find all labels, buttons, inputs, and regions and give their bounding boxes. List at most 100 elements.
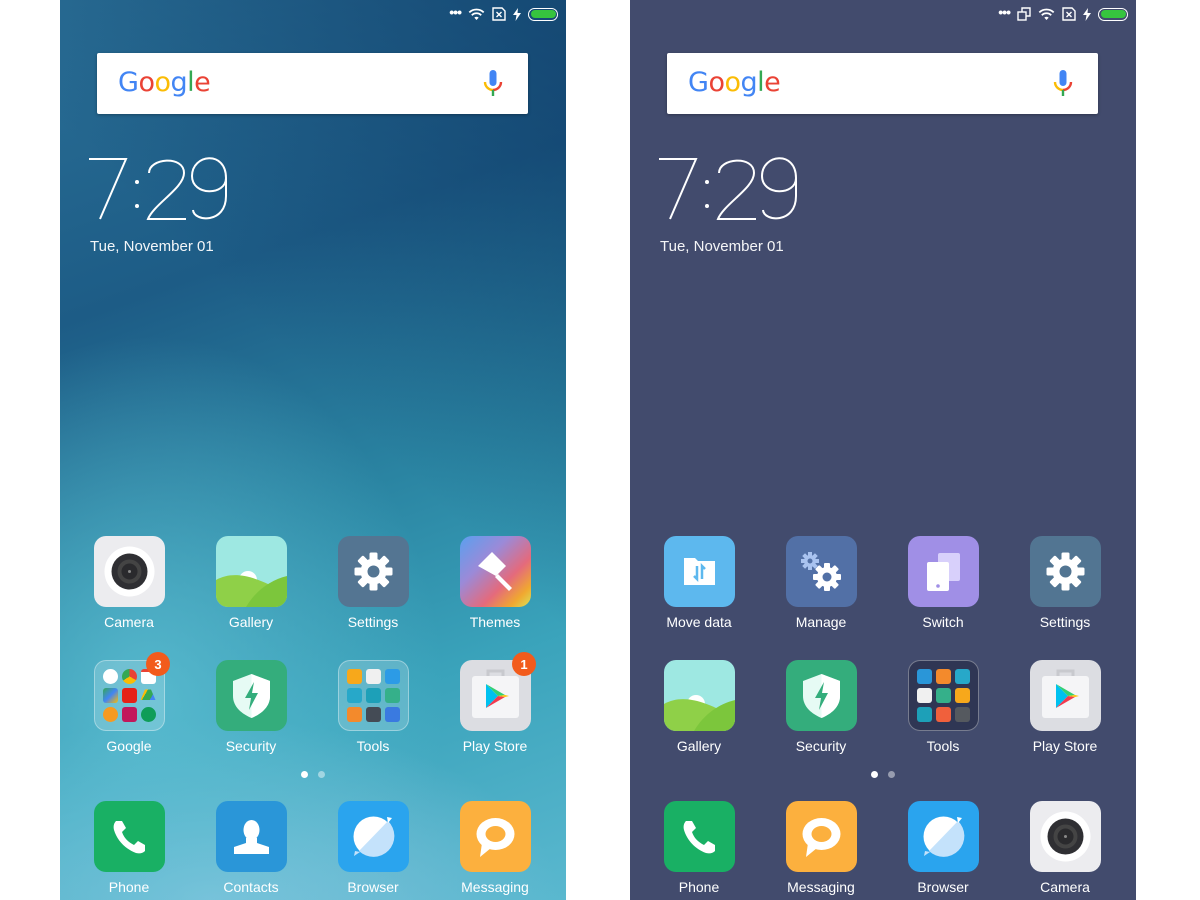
no-sim-icon <box>492 7 506 21</box>
phone-icon <box>93 801 165 872</box>
security-shield-icon <box>215 660 287 731</box>
app-switch[interactable]: Switch <box>888 536 998 630</box>
app-label: Messaging <box>461 879 529 895</box>
app-browser[interactable]: Browser <box>888 801 998 895</box>
app-play-store[interactable]: Play Store <box>1010 660 1120 754</box>
app-tools-folder[interactable]: Tools <box>318 660 428 754</box>
app-label: Security <box>795 738 847 754</box>
page-dot-2[interactable] <box>318 771 325 778</box>
messaging-icon <box>785 801 857 872</box>
google-logo: Google <box>688 67 781 98</box>
mic-icon[interactable] <box>1053 70 1073 103</box>
battery-icon <box>528 7 558 21</box>
charging-bolt-icon <box>513 7 521 21</box>
drive-mini-icon <box>140 689 156 700</box>
mi-mini-icon <box>954 688 970 703</box>
app-tools-folder[interactable]: Tools <box>888 660 998 754</box>
app-row-2: 3 Google Security Tools 1 Play Store <box>60 652 566 760</box>
app-play-store[interactable]: 1 Play Store <box>440 652 550 754</box>
app-messaging[interactable]: Messaging <box>766 801 876 895</box>
app-browser[interactable]: Browser <box>318 801 428 895</box>
browser-icon <box>907 801 979 872</box>
mail-mini-icon <box>365 669 381 684</box>
move-data-icon <box>663 536 735 607</box>
clock-mini-icon <box>346 688 362 703</box>
updater-mini-icon <box>384 669 400 684</box>
screen-copy-icon <box>1017 7 1031 21</box>
app-label: Browser <box>917 879 969 895</box>
app-camera[interactable]: Camera <box>74 536 184 630</box>
app-label: Google <box>106 738 152 754</box>
more-dots-icon: ••• <box>998 4 1011 20</box>
google-search-bar[interactable]: Google <box>97 53 528 114</box>
app-google-folder[interactable]: 3 Google <box>74 652 184 754</box>
hangouts-mini-icon <box>140 707 156 722</box>
app-messaging[interactable]: Messaging <box>440 801 550 895</box>
messaging-icon <box>459 801 531 872</box>
scanner-mini-icon <box>384 707 400 722</box>
app-label: Move data <box>666 614 732 630</box>
gallery-icon <box>663 660 735 731</box>
app-row-1: Move data Manage Switch Settings <box>630 536 1136 636</box>
mi-mini-icon <box>346 669 362 684</box>
date-label: Tue, November 01 <box>660 238 784 255</box>
app-settings[interactable]: Settings <box>1010 536 1120 630</box>
app-camera[interactable]: Camera <box>1010 801 1120 895</box>
contacts-icon <box>215 801 287 872</box>
app-label: Manage <box>795 614 847 630</box>
app-label: Browser <box>347 879 399 895</box>
app-label: Switch <box>922 614 964 630</box>
phone-icon <box>663 801 735 872</box>
app-manage[interactable]: Manage <box>766 536 876 630</box>
camera-icon <box>1029 801 1101 872</box>
app-move-data[interactable]: Move data <box>644 536 754 630</box>
radio-mini-icon <box>384 688 400 703</box>
app-label: Gallery <box>228 614 274 630</box>
app-label: Play Store <box>462 738 528 754</box>
app-phone[interactable]: Phone <box>74 801 184 895</box>
youtube-mini-icon <box>121 688 137 703</box>
page-indicator <box>60 771 566 778</box>
manage-gears-icon <box>785 536 857 607</box>
clock-time-graphic <box>89 157 227 220</box>
notification-badge: 1 <box>512 652 536 676</box>
mic-icon[interactable] <box>483 70 503 103</box>
notification-badge: 3 <box>146 652 170 676</box>
app-themes[interactable]: Themes <box>440 536 550 630</box>
app-label: Camera <box>1040 879 1090 895</box>
settings-gear-icon <box>1029 536 1101 607</box>
app-gallery[interactable]: Gallery <box>644 660 754 754</box>
status-bar: ••• <box>998 0 1136 28</box>
app-label: Play Store <box>1032 738 1098 754</box>
page-indicator <box>630 771 1136 778</box>
page-dot-2[interactable] <box>888 771 895 778</box>
security-shield-icon <box>785 660 857 731</box>
file-manager-mini-icon <box>954 707 970 722</box>
page-dot-1[interactable] <box>871 771 878 778</box>
dock: Phone Contacts Browser Messaging <box>60 801 566 900</box>
compass-mini-icon <box>365 707 381 722</box>
mail-mini-icon <box>916 688 932 703</box>
app-label: Phone <box>108 879 150 895</box>
app-security[interactable]: Security <box>766 660 876 754</box>
clock-mini-icon <box>954 669 970 684</box>
app-label: Settings <box>1039 614 1091 630</box>
app-phone[interactable]: Phone <box>644 801 754 895</box>
recorder-mini-icon <box>365 688 381 703</box>
more-dots-icon: ••• <box>449 4 462 20</box>
tools-folder-icon <box>907 660 979 731</box>
app-gallery[interactable]: Gallery <box>196 536 306 630</box>
app-contacts[interactable]: Contacts <box>196 801 306 895</box>
app-settings[interactable]: Settings <box>318 536 428 630</box>
dock: Phone Messaging Browser Camera <box>630 801 1136 900</box>
page-dot-1[interactable] <box>301 771 308 778</box>
assistant-mini-icon <box>102 669 118 684</box>
google-search-bar[interactable]: Google <box>667 53 1098 114</box>
app-security[interactable]: Security <box>196 660 306 754</box>
play-store-icon <box>1029 660 1101 731</box>
browser-icon <box>337 801 409 872</box>
wifi-icon <box>468 7 485 21</box>
app-label: Camera <box>104 614 154 630</box>
charging-bolt-icon <box>1083 7 1091 21</box>
app-label: Tools <box>356 738 390 754</box>
